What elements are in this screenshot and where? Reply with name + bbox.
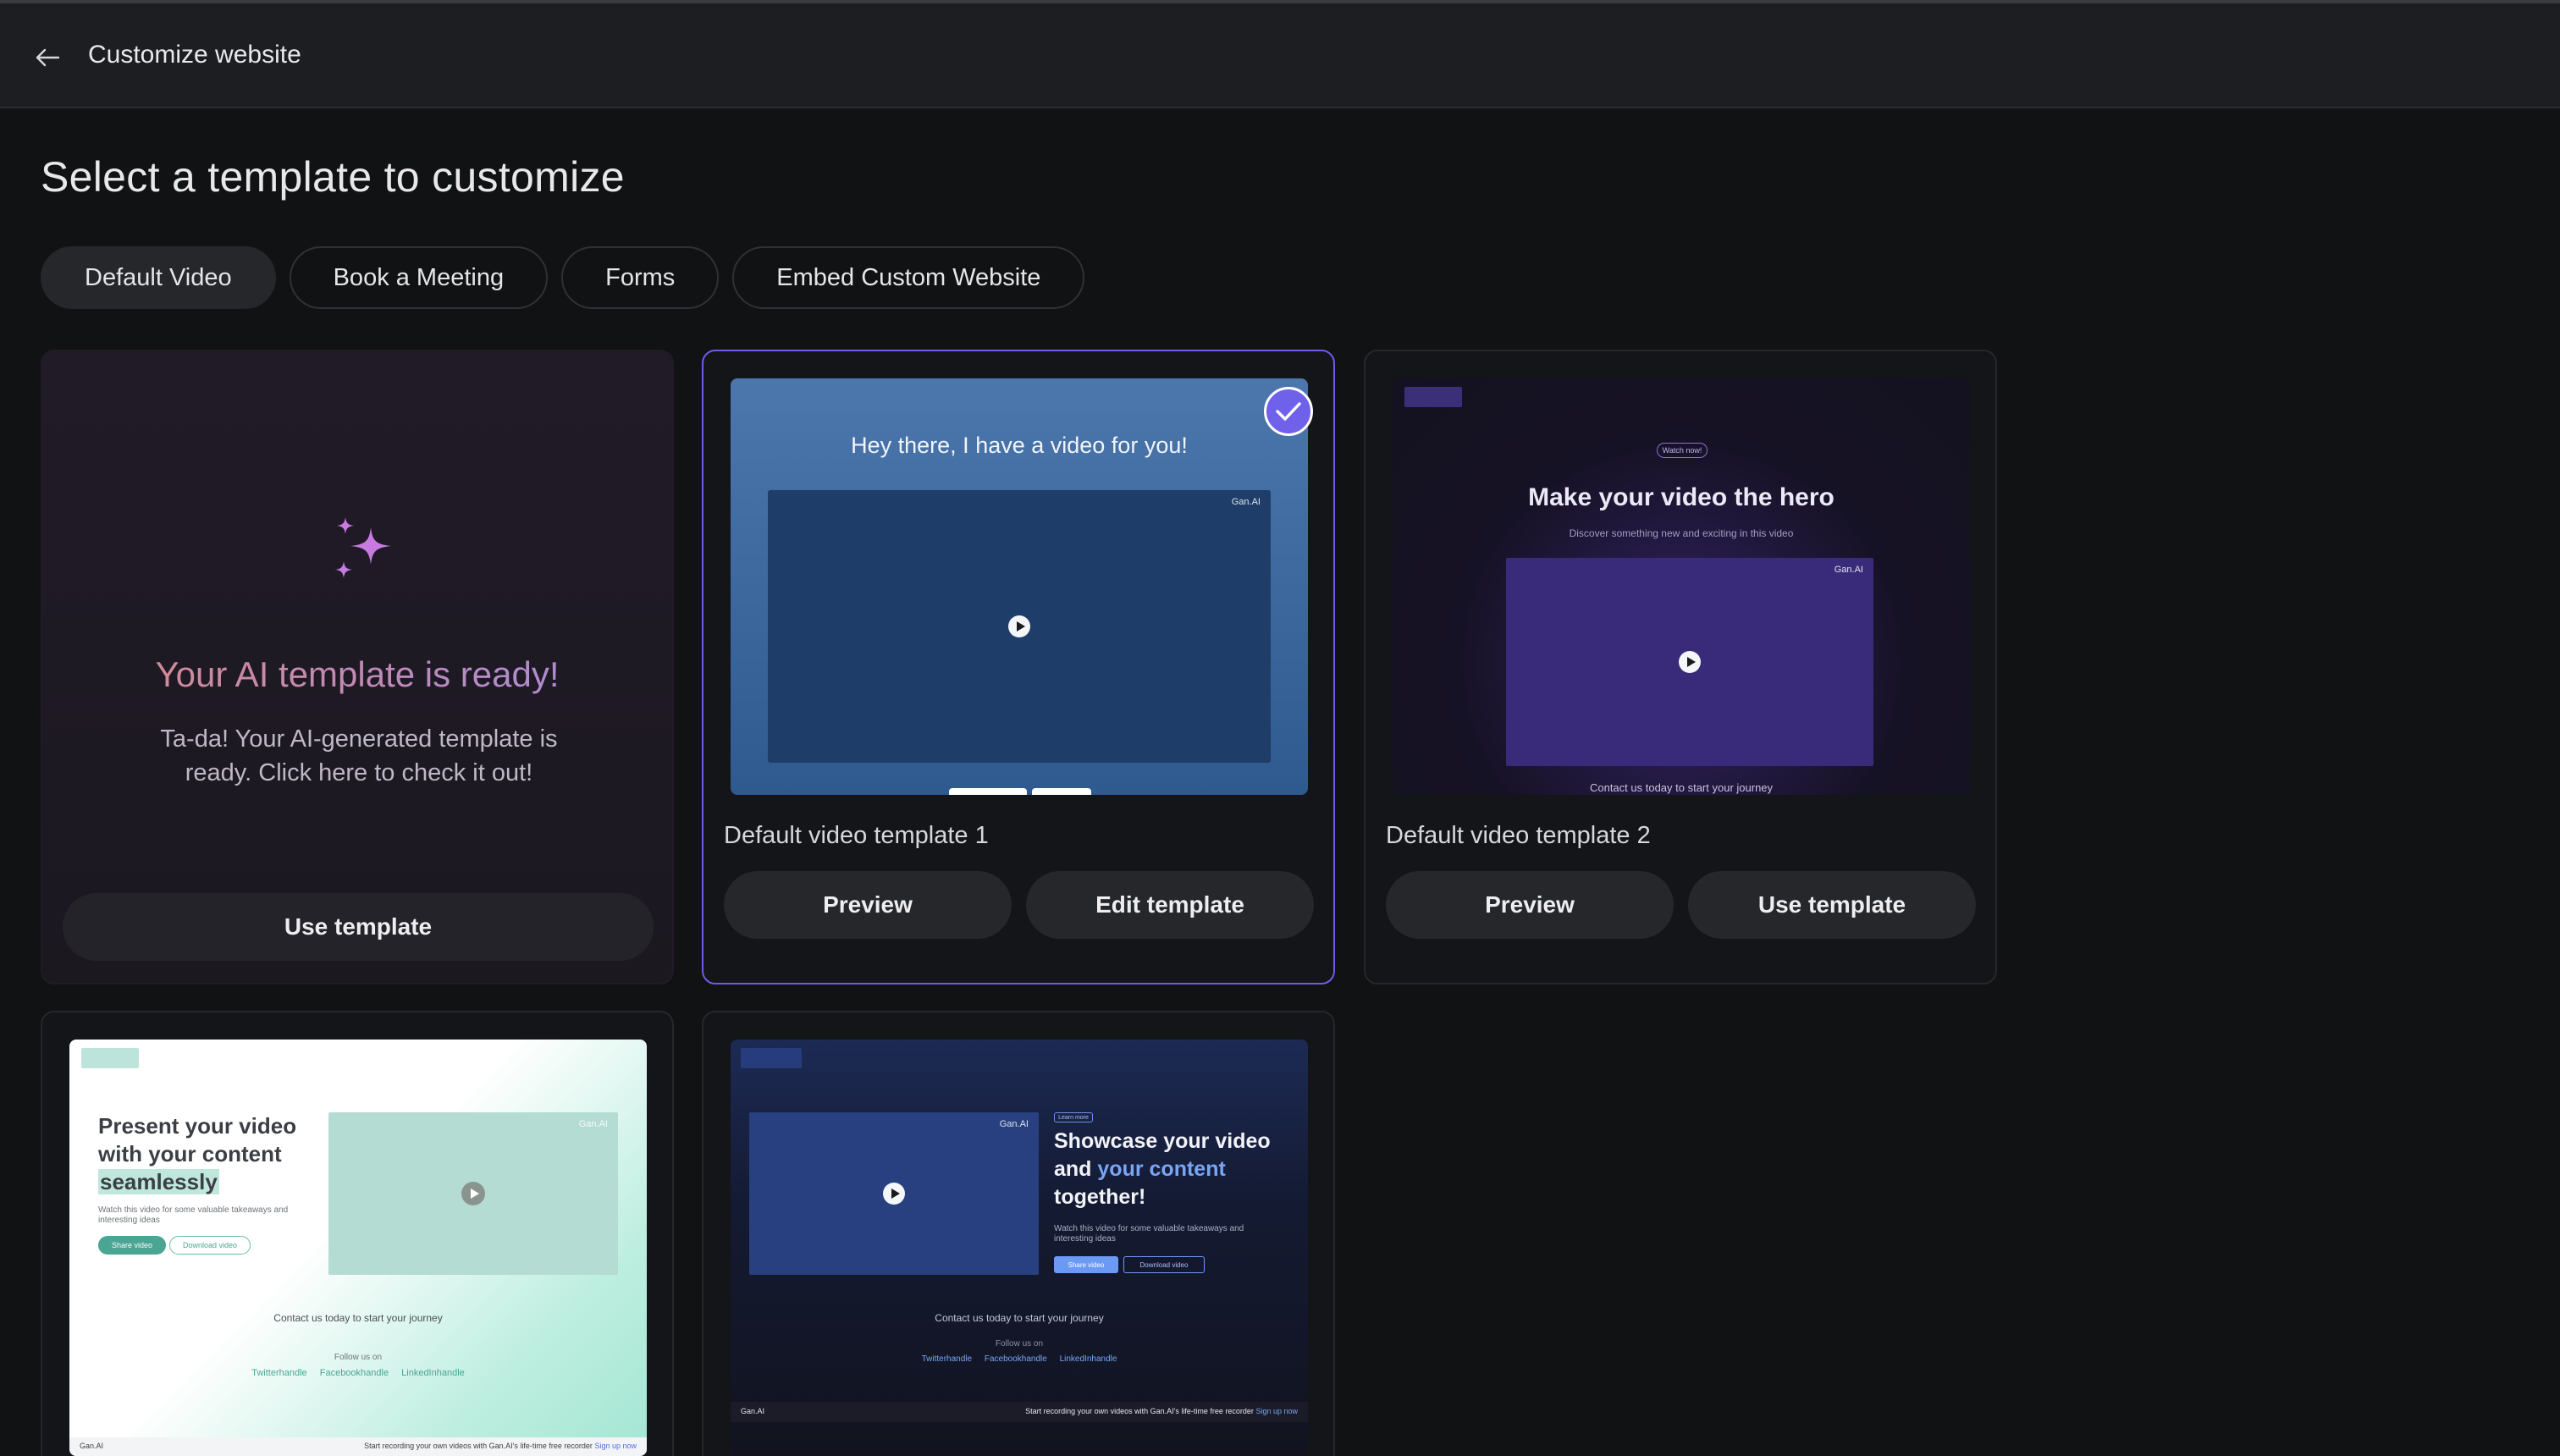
heading-highlight: seamlessly bbox=[98, 1169, 219, 1194]
social-links: Twitterhandle Facebookhandle LinkedInhan… bbox=[69, 1368, 647, 1378]
brand-logo: Gan.AI bbox=[999, 1119, 1029, 1129]
bar-text: Start recording your own videos with Gan… bbox=[1025, 1407, 1254, 1415]
download-video-button[interactable]: Download video bbox=[169, 1236, 251, 1255]
preview-heading: Hey there, I have a video for you! bbox=[851, 433, 1188, 458]
brand-logo: Gan.AI bbox=[1231, 497, 1261, 507]
preview-heading: Make your video the hero bbox=[1528, 483, 1834, 511]
tab-book-a-meeting[interactable]: Book a Meeting bbox=[289, 246, 549, 309]
sparkle-icon bbox=[335, 517, 391, 578]
heading-line: with your content bbox=[98, 1141, 282, 1166]
arrow-left-icon bbox=[36, 48, 60, 67]
checkmark-icon bbox=[1276, 402, 1301, 421]
play-icon[interactable] bbox=[1679, 651, 1701, 673]
tab-default-video[interactable]: Default Video bbox=[41, 246, 276, 309]
header-title: Customize website bbox=[88, 41, 301, 69]
facebook-link[interactable]: Facebookhandle bbox=[320, 1368, 389, 1378]
template-card-2[interactable]: Watch now! Make your video the hero Disc… bbox=[1364, 350, 1997, 984]
share-video-button[interactable]: Share video bbox=[1054, 1256, 1118, 1273]
preview-subheading: Watch this video for some valuable takea… bbox=[98, 1205, 289, 1225]
heading-and: and bbox=[1054, 1157, 1092, 1181]
brand-logo: Gan.AI bbox=[1834, 565, 1863, 575]
share-video-button[interactable]: Share video bbox=[98, 1236, 166, 1255]
template-card-4[interactable]: Gan.AI Learn more Showcase your video an… bbox=[702, 1011, 1335, 1456]
preview-bottom-bar: Gan.AI Start recording your own videos w… bbox=[69, 1437, 647, 1456]
template-card-3[interactable]: Present your video with your content sea… bbox=[41, 1011, 674, 1456]
video-player[interactable]: Gan.AI bbox=[768, 490, 1271, 763]
logo-placeholder bbox=[741, 1048, 802, 1068]
preview-button[interactable]: Preview bbox=[724, 871, 1012, 939]
brand-logo: Gan.AI bbox=[578, 1119, 608, 1129]
follow-text: Follow us on bbox=[334, 1353, 383, 1362]
preview-heading: Present your video with your content sea… bbox=[98, 1112, 352, 1196]
use-template-button[interactable]: Use template bbox=[1688, 871, 1976, 939]
sign-up-link[interactable]: Sign up now bbox=[594, 1442, 637, 1450]
selected-check-icon bbox=[1264, 387, 1313, 436]
ai-template-description: Ta-da! Your AI-generated template is rea… bbox=[160, 725, 558, 786]
bar-brand: Gan.AI bbox=[741, 1407, 765, 1415]
video-player[interactable]: Gan.AI bbox=[328, 1112, 618, 1275]
template-1-preview[interactable]: Hey there, I have a video for you! Gan.A… bbox=[731, 378, 1308, 795]
download-video-button[interactable]: Download video bbox=[1123, 1256, 1205, 1273]
bar-text-wrap: Start recording your own videos with Gan… bbox=[1025, 1407, 1298, 1415]
play-icon[interactable] bbox=[461, 1182, 485, 1205]
play-icon[interactable] bbox=[1008, 615, 1030, 637]
template-tabs: Default Video Book a Meeting Forms Embed… bbox=[41, 246, 1085, 309]
learn-more-pill: Learn more bbox=[1054, 1112, 1093, 1122]
preview-footer: Contact us today to start your journey bbox=[1589, 781, 1774, 794]
contact-text: Contact us today to start your journey bbox=[935, 1312, 1104, 1324]
sign-up-link[interactable]: Sign up now bbox=[1255, 1407, 1298, 1415]
linkedin-link[interactable]: LinkedInhandle bbox=[1060, 1354, 1117, 1364]
linkedin-link[interactable]: LinkedInhandle bbox=[401, 1368, 465, 1378]
bar-brand: Gan.AI bbox=[80, 1442, 104, 1450]
heading-line: Showcase your video bbox=[1054, 1129, 1271, 1153]
page-title: Select a template to customize bbox=[41, 153, 625, 201]
bar-text: Start recording your own videos with Gan… bbox=[364, 1442, 593, 1450]
top-bar: Customize website bbox=[0, 0, 2560, 108]
contact-text: Contact us today to start your journey bbox=[273, 1312, 443, 1324]
facebook-link[interactable]: Facebookhandle bbox=[985, 1354, 1047, 1364]
heading-line: Present your video bbox=[98, 1113, 297, 1139]
video-player[interactable]: Gan.AI bbox=[749, 1112, 1039, 1275]
watch-now-pill: Watch now! bbox=[1657, 443, 1708, 458]
preview-subheading: Watch this video for some valuable takea… bbox=[1054, 1224, 1244, 1244]
template-4-preview[interactable]: Gan.AI Learn more Showcase your video an… bbox=[731, 1040, 1308, 1456]
template-card-1[interactable]: Hey there, I have a video for you! Gan.A… bbox=[702, 350, 1335, 984]
template-label: Default video template 2 bbox=[1386, 822, 1651, 849]
preview-button[interactable]: Preview bbox=[1386, 871, 1674, 939]
edit-template-button[interactable]: Edit template bbox=[1026, 871, 1314, 939]
preview-subheading: Discover something new and exciting in t… bbox=[1569, 527, 1794, 539]
template-label: Default video template 1 bbox=[724, 822, 989, 849]
ai-use-template-button[interactable]: Use template bbox=[63, 893, 654, 961]
heading-highlight: your content bbox=[1097, 1157, 1226, 1181]
template-2-preview[interactable]: Watch now! Make your video the hero Disc… bbox=[1393, 378, 1970, 795]
back-button[interactable] bbox=[27, 37, 68, 78]
follow-text: Follow us on bbox=[995, 1339, 1044, 1348]
logo-placeholder bbox=[1404, 387, 1462, 407]
ai-template-title: Your AI template is ready! bbox=[42, 654, 672, 695]
ai-template-card[interactable]: Your AI template is ready! Ta-da! Your A… bbox=[41, 350, 674, 984]
template-3-preview[interactable]: Present your video with your content sea… bbox=[69, 1040, 647, 1456]
bar-text-wrap: Start recording your own videos with Gan… bbox=[364, 1442, 637, 1450]
logo-placeholder bbox=[81, 1048, 139, 1068]
twitter-link[interactable]: Twitterhandle bbox=[251, 1368, 306, 1378]
preview-button-stub bbox=[949, 788, 1027, 795]
preview-bottom-bar: Gan.AI Start recording your own videos w… bbox=[731, 1402, 1308, 1422]
video-player[interactable]: Gan.AI bbox=[1506, 558, 1873, 766]
preview-heading: Showcase your video and your content tog… bbox=[1054, 1128, 1308, 1211]
play-icon[interactable] bbox=[883, 1183, 905, 1205]
tab-embed-custom-website[interactable]: Embed Custom Website bbox=[732, 246, 1085, 309]
heading-line: together! bbox=[1054, 1185, 1146, 1209]
twitter-link[interactable]: Twitterhandle bbox=[922, 1354, 972, 1364]
social-links: Twitterhandle Facebookhandle LinkedInhan… bbox=[731, 1354, 1308, 1364]
tab-forms[interactable]: Forms bbox=[561, 246, 720, 309]
preview-button-stub bbox=[1032, 788, 1091, 795]
